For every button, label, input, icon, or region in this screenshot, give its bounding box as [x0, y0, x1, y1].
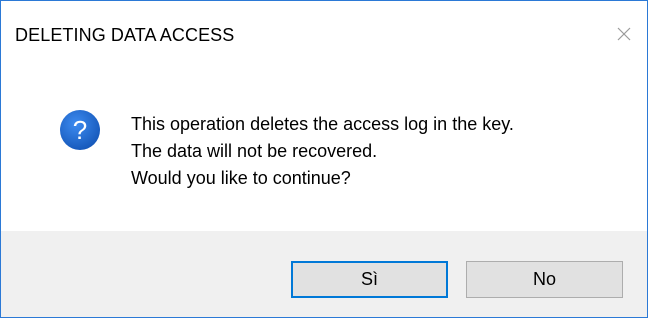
svg-text:?: ?	[73, 115, 87, 145]
message-text: This operation deletes the access log in…	[131, 111, 514, 192]
message-line-3: Would you like to continue?	[131, 168, 351, 188]
message-line-1: This operation deletes the access log in…	[131, 114, 514, 134]
dialog-window: DELETING DATA ACCESS ? This operation de…	[0, 0, 648, 318]
title-bar: DELETING DATA ACCESS	[1, 1, 647, 65]
window-title: DELETING DATA ACCESS	[15, 25, 235, 45]
question-icon: ?	[60, 110, 100, 150]
button-bar: Sì No	[1, 231, 647, 317]
close-icon	[617, 27, 631, 41]
dialog-content: ? This operation deletes the access log …	[1, 65, 647, 231]
close-button[interactable]	[601, 1, 647, 65]
no-button[interactable]: No	[466, 261, 623, 298]
yes-button[interactable]: Sì	[291, 261, 448, 298]
message-line-2: The data will not be recovered.	[131, 141, 378, 161]
